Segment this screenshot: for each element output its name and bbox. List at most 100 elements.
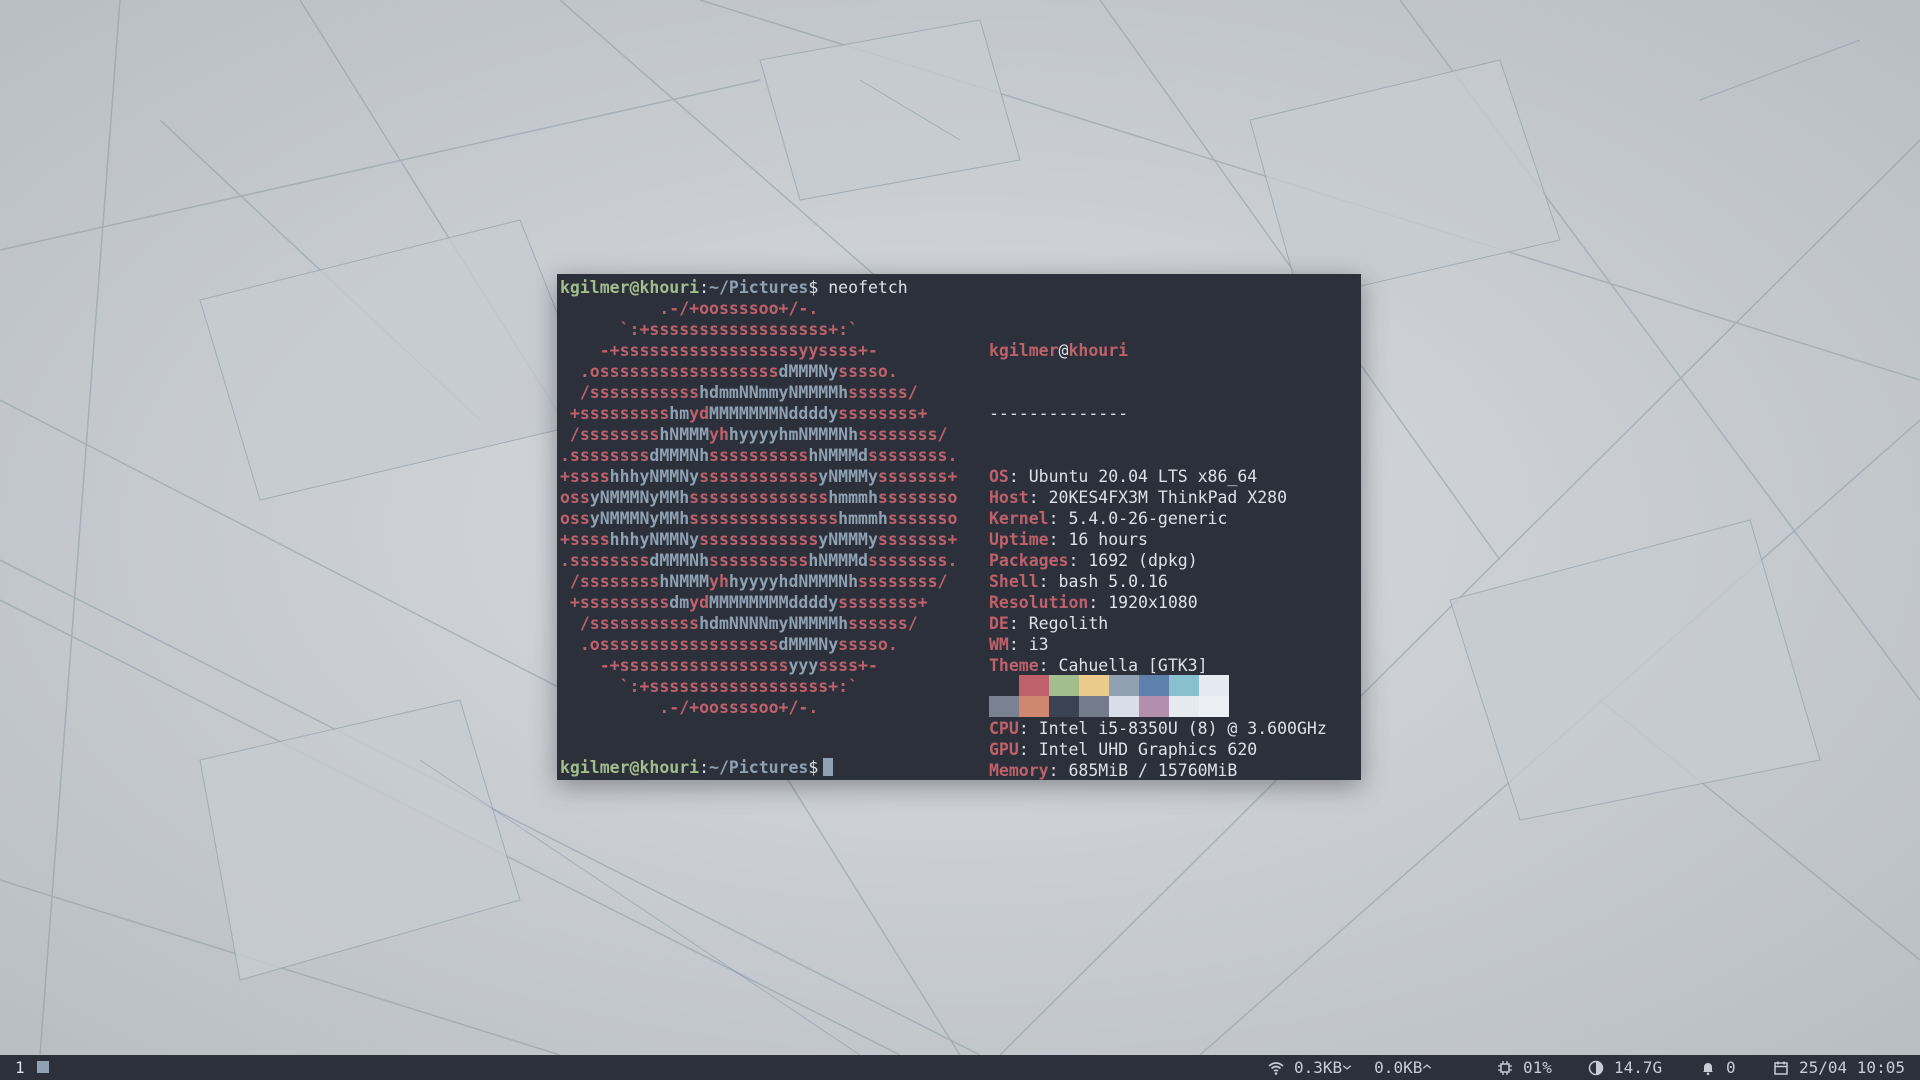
palette-swatch — [1139, 696, 1169, 717]
cpu-segment[interactable]: 01% — [1497, 1058, 1552, 1077]
palette-swatch — [1169, 675, 1199, 696]
palette-swatch — [1079, 675, 1109, 696]
palette-swatch — [1109, 675, 1139, 696]
logo-line: `:+ssssssssssssssssss+:` — [560, 677, 859, 696]
info-row: GPU: Intel UHD Graphics 620 — [989, 740, 1258, 759]
info-value: 5.4.0-26-generic — [1068, 509, 1228, 528]
bell-icon — [1703, 1062, 1713, 1075]
info-key: Host — [989, 488, 1029, 507]
prompt-user: kgilmer — [560, 278, 630, 297]
workspace-indicator[interactable] — [37, 1061, 49, 1073]
info-row: Kernel: 5.4.0-26-generic — [989, 509, 1228, 528]
info-row: DE: Regolith — [989, 614, 1109, 633]
info-row: Theme: Cahuella [GTK3] — [989, 656, 1208, 675]
status-bar: 1 0.3KB 0.0KB 01% 14.7G 0 25/04 10:05 — [0, 1055, 1920, 1080]
logo-line: +sssssssssdmydMMMMMMMMddddyssssssss+ — [560, 593, 928, 612]
info-key: DE — [989, 614, 1009, 633]
color-palette — [989, 675, 1229, 717]
info-row: Packages: 1692 (dpkg) — [989, 551, 1198, 570]
info-value: 1692 (dpkg) — [1088, 551, 1198, 570]
palette-swatch — [989, 696, 1019, 717]
workspace-number[interactable]: 1 — [15, 1058, 25, 1077]
palette-swatch — [1079, 696, 1109, 717]
palette-swatch — [1199, 675, 1229, 696]
chevron-down-icon — [1343, 1065, 1352, 1070]
info-key: Resolution — [989, 593, 1089, 612]
info-key: Memory — [989, 761, 1049, 780]
info-key: OS — [989, 467, 1009, 486]
logo-line: .-/+oossssoo+/-. — [560, 299, 819, 318]
cpu-icon — [1498, 1060, 1512, 1075]
info-key: GPU — [989, 740, 1019, 759]
prompt-host: khouri — [639, 278, 700, 297]
logo-line: .ossssssssssssssssssdMMMNysssso. — [560, 362, 898, 381]
disk-value: 14.7G — [1614, 1058, 1663, 1077]
info-value: 1920x1080 — [1108, 593, 1198, 612]
ascii-logo: .-/+oossssoo+/-. `:+ssssssssssssssssss+:… — [560, 298, 957, 718]
prompt-line: kgilmer@khouri:~/Pictures$ neofetch — [560, 278, 908, 297]
info-row: CPU: Intel i5-8350U (8) @ 3.600GHz — [989, 719, 1327, 738]
prompt-line-active[interactable]: kgilmer@khouri:~/Pictures$ — [560, 757, 834, 778]
info-row: OS: Ubuntu 20.04 LTS x86_64 — [989, 467, 1258, 486]
palette-swatch — [1049, 675, 1079, 696]
chevron-up-icon — [1423, 1064, 1432, 1069]
info-value: Intel i5-8350U (8) @ 3.600GHz — [1038, 719, 1327, 738]
logo-line: .-/+oossssoo+/-. — [560, 698, 819, 717]
palette-swatch — [1019, 675, 1049, 696]
info-value: Ubuntu 20.04 LTS x86_64 — [1028, 467, 1258, 486]
disk-segment[interactable]: 14.7G — [1588, 1058, 1662, 1077]
info-value: bash 5.0.16 — [1058, 572, 1168, 591]
calendar-icon — [1774, 1061, 1788, 1075]
info-key: WM — [989, 635, 1009, 654]
palette-swatch — [1049, 696, 1079, 717]
terminal-window[interactable]: kgilmer@khouri:~/Pictures$ neofetch .-/+… — [557, 274, 1361, 780]
logo-line: `:+ssssssssssssssssss+:` — [560, 320, 859, 339]
info-row: WM: i3 — [989, 635, 1049, 654]
info-value: 16 hours — [1068, 530, 1148, 549]
logo-line: +sssshhhyNMMNyssssssssssssyNMMMysssssss+ — [560, 467, 958, 486]
info-divider: -------------- — [989, 404, 1129, 423]
palette-swatch — [1199, 696, 1229, 717]
logo-line: /ssssssssssshdmNNNNmyNMMMMhssssss/ — [560, 614, 918, 633]
info-value: Regolith — [1028, 614, 1109, 633]
info-row: Shell: bash 5.0.16 — [989, 572, 1168, 591]
prompt-symbol: $ — [808, 278, 819, 297]
palette-swatch — [1169, 696, 1199, 717]
info-value: 20KES4FX3M ThinkPad X280 — [1048, 488, 1288, 507]
palette-swatch — [1109, 696, 1139, 717]
logo-line: .ssssssssdMMMNhsssssssssshNMMMdssssssss. — [560, 551, 958, 570]
info-value: i3 — [1028, 635, 1049, 654]
logo-line: /sssssssshNMMMyhhyyyyhdNMMMNhssssssss/ — [560, 572, 948, 591]
net-down-value: 0.3KB — [1294, 1058, 1343, 1077]
info-key: Packages — [989, 551, 1069, 570]
info-value: 685MiB / 15760MiB — [1068, 761, 1238, 780]
clock-segment[interactable]: 25/04 10:05 — [1773, 1058, 1905, 1077]
wifi-icon — [1268, 1061, 1284, 1075]
net-up-value: 0.0KB — [1374, 1058, 1423, 1077]
info-row: Memory: 685MiB / 15760MiB — [989, 761, 1238, 780]
logo-line: ossyNMMMNyMMhsssssssssssssshmmmhssssssso — [560, 488, 958, 507]
info-title: kgilmer@khouri — [989, 341, 1129, 360]
disk-icon — [1588, 1060, 1604, 1075]
info-key: CPU — [989, 719, 1019, 738]
info-key: Uptime — [989, 530, 1049, 549]
info-value: Intel UHD Graphics 620 — [1038, 740, 1258, 759]
palette-swatch — [989, 675, 1019, 696]
notifications-segment[interactable]: 0 — [1700, 1058, 1736, 1077]
logo-line: +sssshhhyNMMNyssssssssssssyNMMMysssssss+ — [560, 530, 958, 549]
network-segment[interactable]: 0.3KB 0.0KB — [1268, 1058, 1432, 1077]
cpu-value: 01% — [1523, 1058, 1552, 1077]
logo-line: -+ssssssssssssssssssyyssss+- — [560, 341, 878, 360]
prompt-path: ~/Pictures — [709, 278, 809, 297]
logo-line: +ssssssssshmydMMMMMMMNddddyssssssss+ — [560, 404, 928, 423]
info-value: Cahuella [GTK3] — [1058, 656, 1208, 675]
info-key: Theme — [989, 656, 1039, 675]
info-key: Shell — [989, 572, 1039, 591]
logo-line: /sssssssshNMMMyhhyyyyhmNMMMNhssssssss/ — [560, 425, 948, 444]
datetime-value: 25/04 10:05 — [1799, 1058, 1905, 1077]
text-cursor — [823, 758, 834, 776]
logo-line: /ssssssssssshdmmNNmmyNMMMMhssssss/ — [560, 383, 918, 402]
info-row: Host: 20KES4FX3M ThinkPad X280 — [989, 488, 1288, 507]
info-row: Uptime: 16 hours — [989, 530, 1148, 549]
prompt-command: neofetch — [828, 278, 908, 297]
